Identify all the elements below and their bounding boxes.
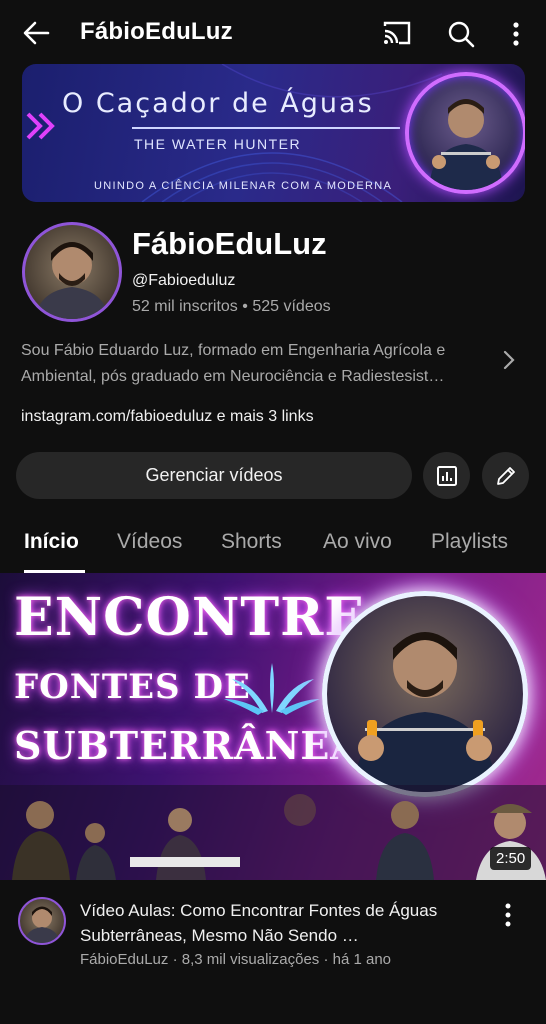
banner-title: O Caçador de Águas	[62, 88, 374, 119]
video-more-options-icon[interactable]	[498, 902, 518, 928]
thumbnail-portrait	[322, 591, 528, 797]
more-vertical-icon[interactable]	[506, 19, 526, 49]
channel-description[interactable]: Sou Fábio Eduardo Luz, formado em Engenh…	[21, 338, 491, 390]
water-splash-icon	[222, 653, 322, 715]
pencil-icon	[496, 466, 515, 485]
manage-videos-button[interactable]: Gerenciar vídeos	[16, 452, 412, 499]
stats-separator: •	[242, 298, 248, 315]
banner-divider	[132, 127, 400, 129]
video-duration-badge: 2:50	[490, 847, 532, 870]
tab-videos[interactable]: Vídeos	[117, 530, 182, 554]
chevron-arrows-icon	[24, 108, 64, 144]
channel-avatar[interactable]	[22, 222, 122, 322]
subscriber-count: 52 mil inscritos	[132, 298, 238, 315]
tab-shorts[interactable]: Shorts	[221, 530, 282, 554]
thumbnail-text-line1: ENCONTRE	[14, 587, 365, 648]
channel-title: FábioEduLuz	[80, 18, 233, 45]
tab-playlists[interactable]: Playlists	[431, 530, 508, 554]
video-channel-avatar[interactable]	[18, 897, 66, 945]
banner-tagline: UNINDO A CIÊNCIA MILENAR COM A MODERNA	[94, 180, 393, 192]
top-app-bar: FábioEduLuz	[0, 0, 546, 64]
video-thumbnail[interactable]: ENCONTRE FONTES DE SUBTERRÂNEAS	[0, 573, 546, 880]
channel-name: FábioEduLuz	[132, 226, 327, 261]
channel-banner: O Caçador de Águas THE WATER HUNTER UNIN…	[22, 64, 525, 202]
video-title[interactable]: Vídeo Aulas: Como Encontrar Fontes de Ág…	[80, 898, 475, 948]
back-arrow-icon[interactable]	[20, 18, 54, 48]
thumbnail-scene-people	[0, 785, 546, 880]
edit-button[interactable]	[482, 452, 529, 499]
channel-tabs: Início Vídeos Shorts Ao vivo Playlists	[0, 520, 546, 572]
cast-icon[interactable]	[382, 20, 412, 46]
analytics-button[interactable]	[423, 452, 470, 499]
tab-inicio[interactable]: Início	[24, 530, 79, 554]
channel-links[interactable]: instagram.com/fabioeduluz e mais 3 links	[21, 408, 314, 426]
channel-handle: @Fabioeduluz	[132, 272, 236, 289]
tab-ao-vivo[interactable]: Ao vivo	[323, 530, 392, 554]
banner-subtitle: THE WATER HUNTER	[134, 136, 302, 152]
banner-portrait	[405, 72, 525, 194]
channel-stats: 52 mil inscritos • 525 vídeos	[132, 298, 331, 316]
search-icon[interactable]	[446, 19, 476, 49]
analytics-icon	[436, 465, 457, 486]
chevron-right-icon[interactable]	[500, 348, 518, 372]
thumbnail-text-line2: FONTES DE	[14, 667, 251, 707]
video-meta: FábioEduLuz · 8,3 mil visualizações · há…	[80, 951, 392, 968]
video-count: 525 vídeos	[252, 298, 331, 315]
